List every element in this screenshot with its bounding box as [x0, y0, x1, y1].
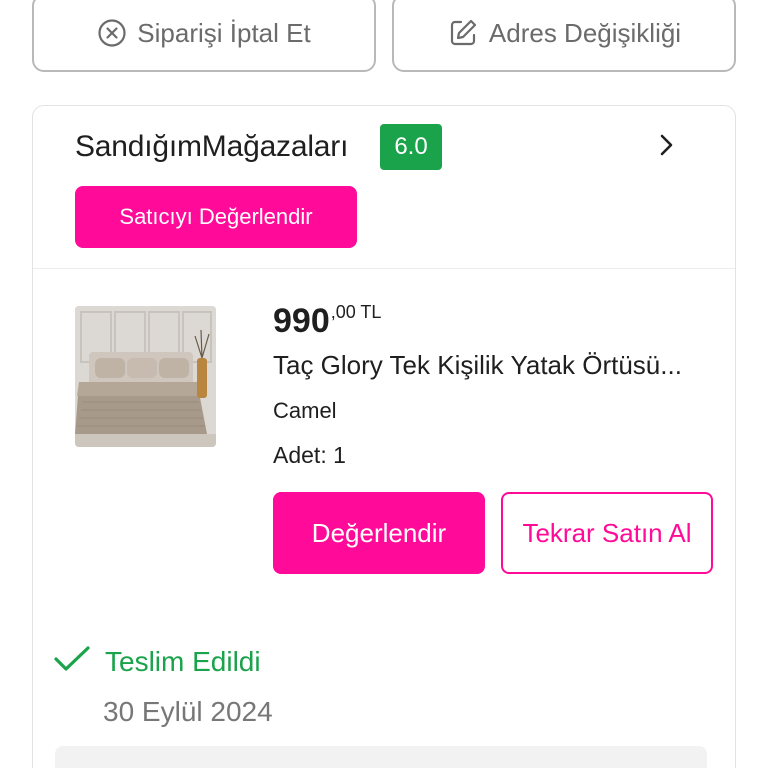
price-decimal: ,00 TL — [330, 302, 382, 322]
x-circle-icon — [97, 18, 127, 48]
product-quantity: Adet: 1 — [273, 442, 346, 469]
cancel-order-label: Siparişi İptal Et — [137, 17, 311, 48]
divider — [33, 268, 735, 269]
address-change-label: Adres Değişikliği — [488, 17, 682, 48]
product-variant: Camel — [273, 398, 337, 423]
delivery-status-text: Teslim Edildi — [105, 645, 261, 677]
edit-icon — [447, 17, 479, 49]
order-detail-page: Siparişi İptal Et Adres Değişikliği Sand… — [0, 0, 768, 768]
order-card: SandığımMağazaları 6.0 Satıcıyı Değerlen… — [32, 105, 736, 768]
rate-product-button[interactable]: Değerlendir — [273, 492, 485, 574]
cancel-order-button[interactable]: Siparişi İptal Et — [32, 0, 376, 72]
address-change-button[interactable]: Adres Değişikliği — [392, 0, 736, 72]
product-title[interactable]: Taç Glory Tek Kişilik Yatak Örtüsü... — [273, 350, 682, 381]
quantity-label: Adet: — [273, 442, 334, 468]
chevron-right-icon[interactable] — [659, 132, 675, 158]
price-main: 990 — [273, 302, 330, 340]
quantity-value: 1 — [333, 442, 346, 468]
rate-seller-button[interactable]: Satıcıyı Değerlendir — [75, 186, 357, 248]
info-panel — [55, 746, 707, 768]
delivery-status: Teslim Edildi — [53, 644, 261, 679]
check-icon — [53, 644, 91, 679]
seller-name[interactable]: SandığımMağazaları — [75, 130, 348, 164]
rebuy-button[interactable]: Tekrar Satın Al — [501, 492, 713, 574]
product-price: 990,00 TL — [273, 302, 381, 341]
seller-score-badge: 6.0 — [380, 124, 442, 170]
delivery-date: 30 Eylül 2024 — [103, 696, 273, 727]
product-image[interactable] — [75, 306, 216, 447]
